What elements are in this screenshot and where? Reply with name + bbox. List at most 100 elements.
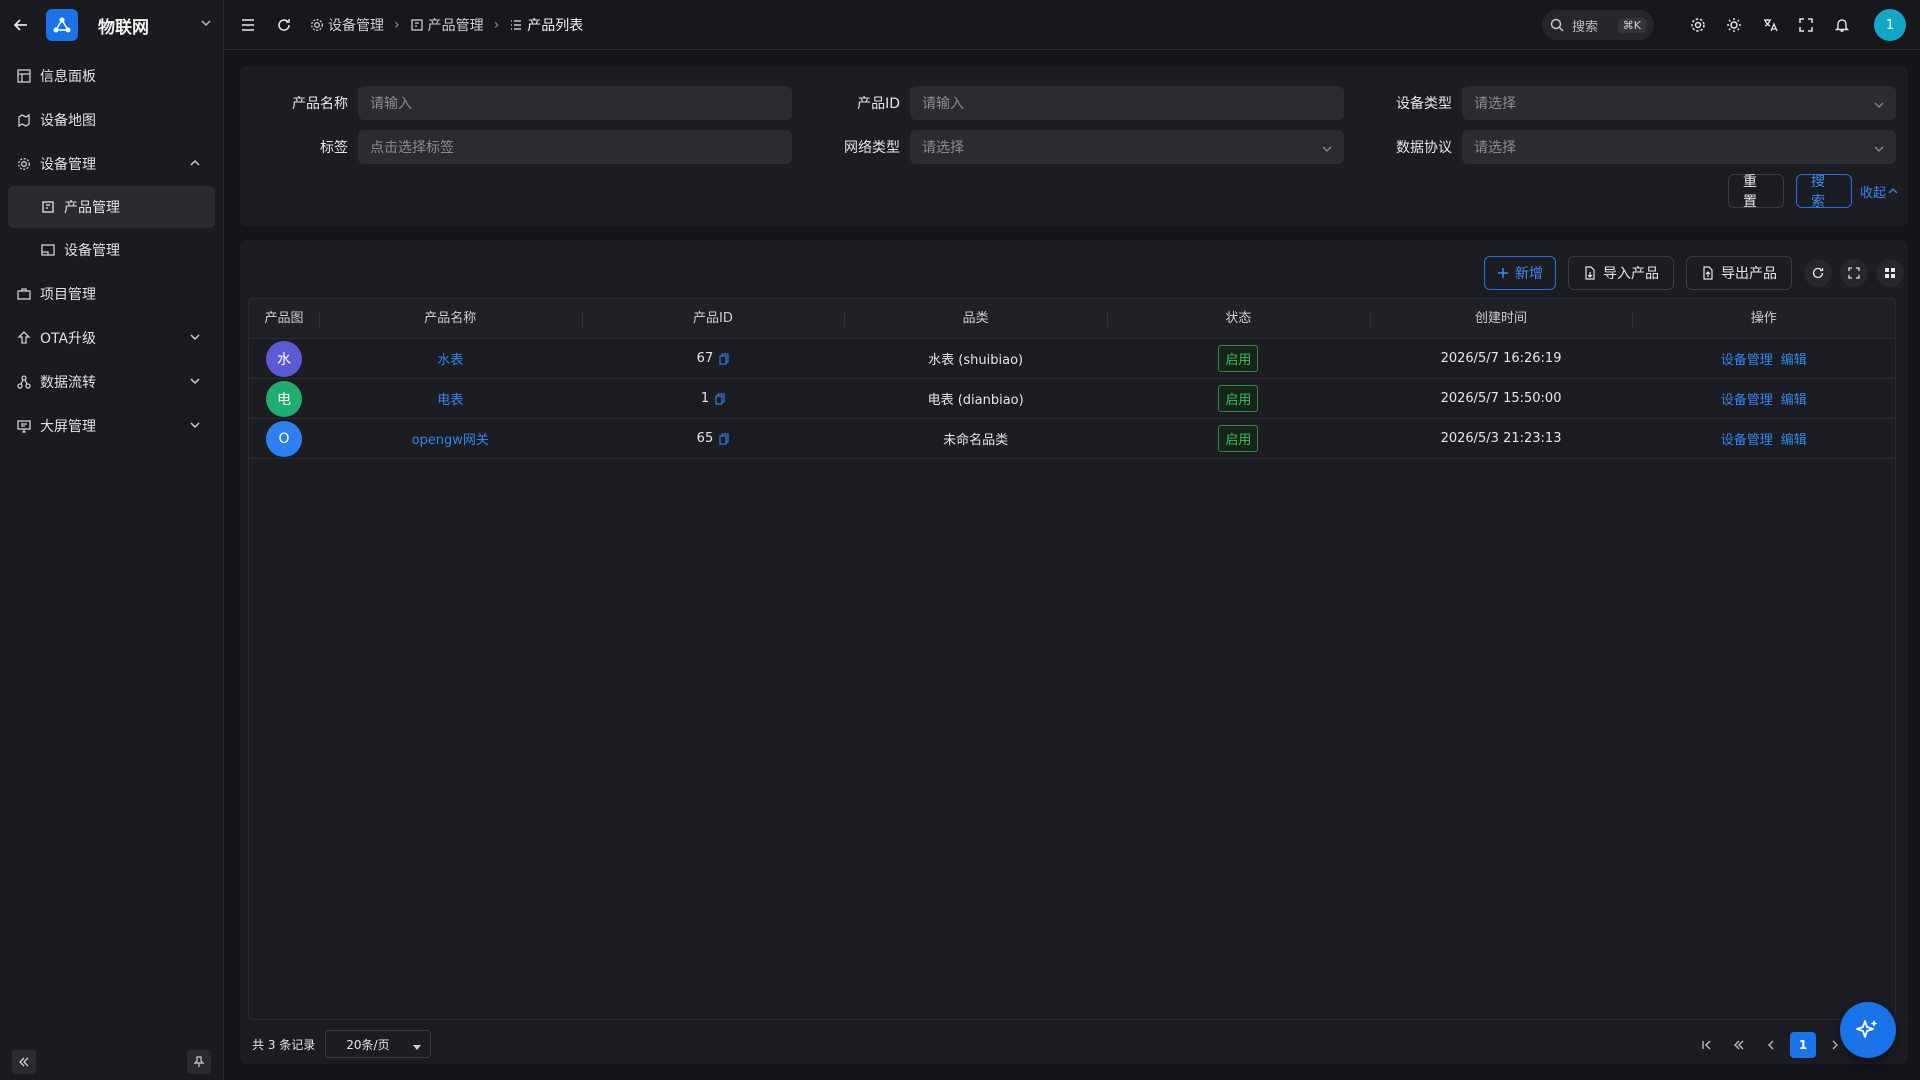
sidebar-header: 物联网 [0, 0, 223, 50]
column-header: 操作 [1632, 299, 1895, 339]
prev-page-icon[interactable] [1758, 1032, 1784, 1058]
collapse-sidebar-icon[interactable] [12, 1050, 36, 1074]
chevron-down-icon[interactable] [199, 16, 213, 34]
edit-link[interactable]: 编辑 [1781, 389, 1807, 408]
gear-icon [16, 156, 32, 172]
pagination-summary: 共 3 条记录 20条/页 [252, 1030, 432, 1058]
copy-icon[interactable] [719, 352, 729, 365]
pin-icon[interactable] [187, 1050, 211, 1074]
add-button[interactable]: 新增 [1484, 256, 1556, 290]
sidebar-item-label: 设备管理 [64, 243, 120, 259]
actions-cell: 设备管理 编辑 [1632, 419, 1895, 459]
export-file-icon [1701, 266, 1715, 280]
copy-icon[interactable] [715, 392, 725, 405]
sidebar-item-label: 信息面板 [40, 69, 96, 85]
column-header: 创建时间 [1369, 299, 1633, 339]
sidebar-item-label: 产品管理 [64, 200, 120, 216]
device-type-select[interactable]: 请选择 [1462, 86, 1896, 120]
menu-icon[interactable] [238, 15, 258, 35]
gear-icon [310, 18, 324, 32]
ai-assistant-button[interactable] [1840, 1002, 1896, 1058]
status-badge: 启用 [1218, 345, 1259, 372]
sparkle-icon [1855, 1017, 1881, 1043]
breadcrumb-item[interactable]: 产品管理 [428, 15, 484, 35]
sidebar-item-label: 数据流转 [40, 375, 96, 391]
edit-link[interactable]: 编辑 [1781, 349, 1807, 368]
bell-icon[interactable] [1832, 15, 1852, 35]
product-id: 65 [696, 431, 714, 446]
search-label: 搜索 [1572, 19, 1599, 35]
product-avatar: 电 [265, 380, 302, 417]
global-search[interactable]: 搜索 ⌘K [1542, 10, 1654, 40]
reset-button[interactable]: 重置 [1727, 174, 1784, 210]
flow-icon [16, 374, 32, 390]
device-icon [40, 242, 56, 258]
sidebar-item-ota[interactable]: OTA升级 [0, 316, 223, 360]
device-management-link[interactable]: 设备管理 [1721, 349, 1773, 368]
edit-link[interactable]: 编辑 [1781, 429, 1807, 448]
settings-icon[interactable] [1688, 15, 1708, 35]
network-type-select[interactable]: 请选择 [910, 130, 1344, 164]
fullscreen-icon[interactable] [1796, 15, 1816, 35]
data-protocol-placeholder: 请选择 [1474, 140, 1516, 156]
import-button[interactable]: 导入产品 [1568, 256, 1674, 290]
refresh-icon[interactable] [274, 15, 294, 35]
sidebar-item-device-management[interactable]: 设备管理 [0, 142, 223, 186]
search-button[interactable]: 搜索 [1795, 174, 1852, 210]
refresh-icon[interactable] [1804, 259, 1832, 287]
column-header: 状态 [1106, 299, 1370, 339]
chevron-down-icon [189, 419, 201, 435]
tag-selector[interactable]: 点击选择标签 [358, 130, 792, 164]
chevron-down-icon [1874, 98, 1884, 114]
page-size-select[interactable]: 20条/页 [325, 1030, 432, 1058]
caret-down-icon [412, 1041, 422, 1055]
export-button[interactable]: 导出产品 [1686, 256, 1792, 290]
data-protocol-select[interactable]: 请选择 [1462, 130, 1896, 164]
sidebar-item-product-management[interactable]: 产品管理 [8, 186, 215, 228]
first-page-icon[interactable] [1694, 1032, 1720, 1058]
breadcrumb-item[interactable]: 设备管理 [328, 15, 384, 35]
device-management-link[interactable]: 设备管理 [1721, 429, 1773, 448]
top-header: 设备管理 › 产品管理 › 产品列表 搜索 ⌘K 1 [224, 0, 1920, 50]
sidebar-item-label: 大屏管理 [40, 419, 96, 435]
sidebar-item-project-management[interactable]: 项目管理 [0, 272, 223, 316]
current-page[interactable]: 1 [1790, 1032, 1816, 1058]
sidebar-item-device-map[interactable]: 设备地图 [0, 98, 223, 142]
sidebar-item-big-screen[interactable]: 大屏管理 [0, 404, 223, 448]
copy-icon[interactable] [719, 432, 729, 445]
import-file-icon [1583, 266, 1597, 280]
product-name-label: 产品名称 [292, 96, 348, 112]
sidebar-item-dashboard[interactable]: 信息面板 [0, 54, 223, 98]
product-name-input[interactable]: 请输入 [358, 86, 792, 120]
filter-network-type: 网络类型 请选择 [832, 130, 1344, 164]
product-name-link[interactable]: 电表 [437, 389, 463, 408]
sidebar-footer [12, 1050, 211, 1074]
monitor-icon [16, 418, 32, 434]
sidebar-item-data-flow[interactable]: 数据流转 [0, 360, 223, 404]
translate-icon[interactable] [1760, 15, 1780, 35]
table-row: 水 水表 67 水表 (shuibiao) 启用 2026/5/7 16:26:… [249, 339, 1895, 379]
collapse-link[interactable]: 收起 [1860, 182, 1898, 201]
list-icon [509, 18, 523, 32]
prev-group-icon[interactable] [1726, 1032, 1752, 1058]
product-name-link[interactable]: 水表 [437, 349, 463, 368]
actions-cell: 设备管理 编辑 [1632, 379, 1895, 419]
back-arrow-icon[interactable] [10, 14, 32, 36]
product-id-input[interactable]: 请输入 [910, 86, 1344, 120]
sun-icon[interactable] [1724, 15, 1744, 35]
category-cell: 未命名品类 [943, 433, 1009, 448]
user-avatar[interactable]: 1 [1874, 9, 1906, 41]
tag-label: 标签 [320, 140, 348, 156]
header-actions: 搜索 ⌘K 1 [1542, 0, 1906, 50]
sidebar-item-device-list[interactable]: 设备管理 [0, 228, 223, 272]
network-type-placeholder: 请选择 [922, 140, 964, 156]
grid-layout-icon[interactable] [1876, 259, 1904, 287]
device-management-link[interactable]: 设备管理 [1721, 389, 1773, 408]
fullscreen-icon[interactable] [1840, 259, 1868, 287]
product-image-cell: O [249, 419, 319, 459]
table-row: 电 电表 1 电表 (dianbiao) 启用 2026/5/7 15:50:0… [249, 379, 1895, 419]
product-avatar: 水 [265, 340, 302, 377]
network-type-label: 网络类型 [844, 140, 900, 156]
product-name-link[interactable]: opengw网关 [412, 429, 489, 448]
column-header: 产品ID [581, 299, 845, 339]
